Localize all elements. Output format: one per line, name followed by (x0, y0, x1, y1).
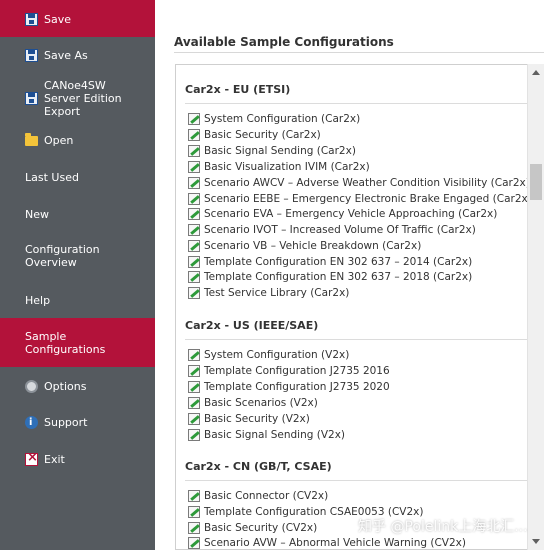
list-item[interactable]: Template Configuration EN 302 637 – 2018… (188, 271, 472, 283)
page-title: Available Sample Configurations (174, 35, 394, 49)
sample-config-list: Car2x - EU (ETSI) System Configuration (… (175, 64, 544, 550)
list-item[interactable]: Basic Security (V2x) (188, 413, 310, 425)
config-file-icon (188, 413, 200, 425)
support-icon (25, 415, 38, 429)
config-file-icon (188, 193, 200, 205)
list-item[interactable]: Basic Security (Car2x) (188, 129, 321, 141)
list-item[interactable]: Test Service Library (Car2x) (188, 287, 349, 299)
sidebar-item-label: Exit (44, 452, 65, 466)
sidebar-item-canoe4sw-export[interactable]: CANoe4SW Server Edition Export (0, 79, 155, 118)
exit-icon (25, 451, 38, 466)
sidebar-item-label: Last Used (25, 170, 79, 184)
sidebar-item-label: Options (44, 379, 87, 393)
options-icon (25, 379, 38, 393)
backstage-sidebar: Save Save Save As CANoe4SW Server Editio… (0, 0, 155, 550)
config-file-icon (188, 490, 200, 502)
list-item[interactable]: Basic Scenarios (V2x) (188, 397, 318, 409)
save-as-icon (25, 48, 38, 62)
config-file-icon (188, 365, 200, 377)
sidebar-item-label: Support (44, 415, 88, 429)
section-divider (185, 339, 529, 340)
sidebar-item-label: Help (25, 293, 51, 307)
list-item[interactable]: Basic Security (CV2x) (188, 522, 317, 534)
list-item[interactable]: Scenario VB – Vehicle Breakdown (Car2x) (188, 240, 421, 252)
list-item[interactable]: System Configuration (V2x) (188, 349, 349, 361)
list-item[interactable]: Basic Visualization IVIM (Car2x) (188, 161, 370, 173)
sidebar-item-support[interactable]: Support (0, 413, 155, 431)
sidebar-item-last-used[interactable]: Last Used (0, 168, 155, 186)
config-file-icon (188, 224, 200, 236)
sidebar-item-save-overlay[interactable]: Save (0, 10, 155, 28)
section-heading-eu: Car2x - EU (ETSI) (185, 83, 291, 96)
config-file-icon (188, 522, 200, 534)
config-file-icon (188, 287, 200, 299)
config-file-icon (188, 506, 200, 518)
sidebar-item-help[interactable]: Help (0, 291, 155, 309)
sidebar-item-label: CANoe4SW Server Edition Export (44, 78, 122, 118)
export-icon (25, 91, 38, 105)
title-divider (174, 52, 544, 53)
sidebar-item-label: Save As (44, 48, 88, 62)
scroll-up-arrow-icon[interactable] (532, 70, 540, 75)
section-divider (185, 103, 529, 104)
folder-icon (25, 133, 38, 146)
list-item[interactable]: Template Configuration J2735 2020 (188, 381, 390, 393)
sidebar-item-label: Open (44, 133, 74, 147)
sidebar-item-label: New (25, 207, 49, 221)
sidebar-item-exit[interactable]: Exit (0, 450, 155, 468)
list-item[interactable]: Basic Signal Sending (Car2x) (188, 145, 356, 157)
list-item[interactable]: Scenario AVW – Abnormal Vehicle Warning … (188, 537, 466, 549)
list-item[interactable]: Basic Signal Sending (V2x) (188, 429, 345, 441)
config-file-icon (188, 129, 200, 141)
config-file-icon (188, 113, 200, 125)
config-file-icon (188, 537, 200, 549)
list-item[interactable]: Scenario IVOT – Increased Volume Of Traf… (188, 224, 476, 236)
scroll-down-arrow-icon[interactable] (532, 539, 540, 544)
list-item[interactable]: Scenario AWCV – Adverse Weather Conditio… (188, 177, 530, 189)
list-item[interactable]: Template Configuration J2735 2016 (188, 365, 390, 377)
sidebar-item-label: Sample Configurations (25, 329, 106, 356)
list-item[interactable]: System Configuration (Car2x) (188, 113, 360, 125)
section-heading-cn: Car2x - CN (GB/T, CSAE) (185, 460, 332, 473)
sidebar-item-label: Configuration Overview (25, 243, 100, 269)
config-file-icon (188, 429, 200, 441)
scrollbar-thumb[interactable] (530, 164, 542, 200)
config-file-icon (188, 381, 200, 393)
section-divider (185, 480, 529, 481)
config-file-icon (188, 145, 200, 157)
config-file-icon (188, 177, 200, 189)
sidebar-item-new[interactable]: New (0, 205, 155, 223)
sidebar-item-label: Save (44, 12, 72, 26)
watermark: 知乎 @Polelink上海北汇... (358, 519, 528, 535)
list-item[interactable]: Basic Connector (CV2x) (188, 490, 328, 502)
sidebar-item-save-as[interactable]: Save As (0, 46, 155, 64)
list-item[interactable]: Template Configuration EN 302 637 – 2014… (188, 256, 472, 268)
sidebar-item-options[interactable]: Options (0, 377, 155, 395)
sidebar-item-open[interactable]: Open (0, 131, 155, 149)
save-icon (25, 12, 38, 26)
config-file-icon (188, 349, 200, 361)
config-file-icon (188, 161, 200, 173)
list-item[interactable]: Scenario EVA – Emergency Vehicle Approac… (188, 208, 497, 220)
sidebar-item-sample-configurations[interactable]: Sample Configurations (0, 318, 155, 367)
config-file-icon (188, 208, 200, 220)
config-file-icon (188, 256, 200, 268)
vertical-scrollbar[interactable] (527, 64, 544, 550)
sidebar-item-configuration-overview[interactable]: Configuration Overview (0, 242, 155, 270)
config-file-icon (188, 271, 200, 283)
config-file-icon (188, 240, 200, 252)
config-file-icon (188, 397, 200, 409)
list-item[interactable]: Scenario EEBE – Emergency Electronic Bra… (188, 193, 532, 205)
section-heading-us: Car2x - US (IEEE/SAE) (185, 319, 319, 332)
